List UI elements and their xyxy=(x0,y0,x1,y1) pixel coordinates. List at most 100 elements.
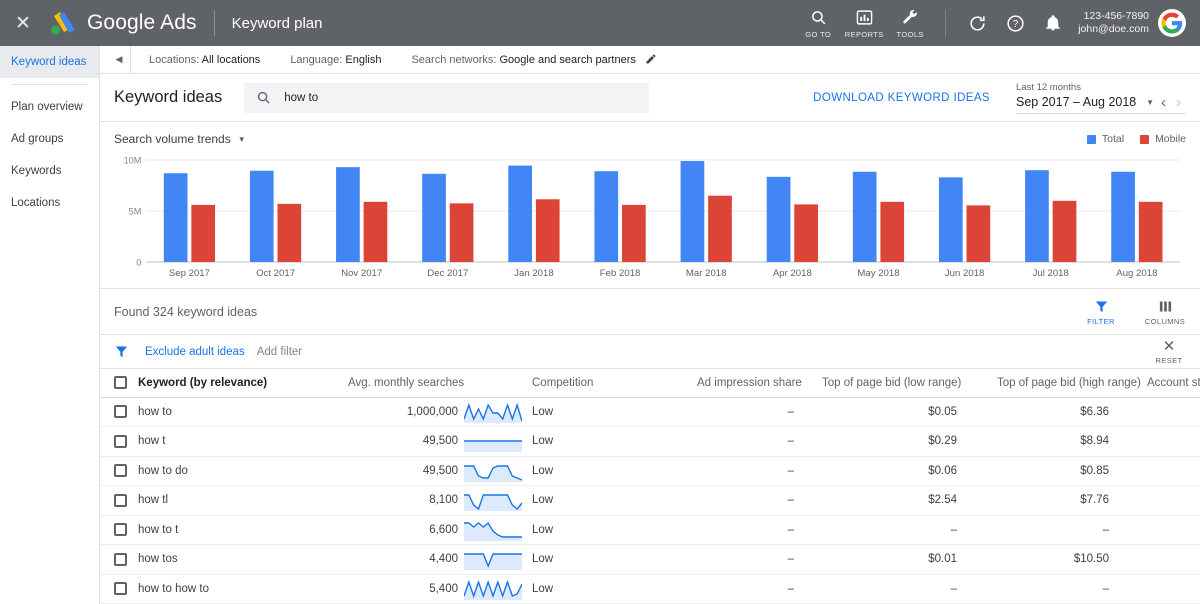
cell-bid-low: $2.54 xyxy=(816,486,991,516)
cell-keyword: how tl xyxy=(132,486,342,516)
cell-ad-impression-share: – xyxy=(691,456,816,486)
row-checkbox[interactable] xyxy=(114,523,127,536)
cell-avg-monthly-searches: 49,500 xyxy=(342,456,464,486)
notifications-button[interactable] xyxy=(1034,4,1072,42)
column-header-bid-low[interactable]: Top of page bid (low range) xyxy=(816,369,991,397)
cell-sparkline xyxy=(464,456,526,486)
help-button[interactable]: ? xyxy=(996,4,1034,42)
top-app-bar: ✕ Google Ads Keyword plan GO TO xyxy=(0,0,1200,46)
date-range-label: Last 12 months xyxy=(1016,82,1186,94)
columns-button[interactable]: COLUMNS xyxy=(1144,298,1186,326)
reports-button[interactable]: REPORTS xyxy=(841,8,887,39)
sidebar-item-keyword-ideas[interactable]: Keyword ideas xyxy=(0,46,99,78)
column-header-competition[interactable]: Competition xyxy=(526,369,691,397)
cell-competition: Low xyxy=(526,574,691,604)
keyword-ideas-table-container[interactable]: Keyword (by relevance) Avg. monthly sear… xyxy=(100,369,1200,604)
keyword-search-bar: Keyword ideas how to DOWNLOAD KEYWORD ID… xyxy=(100,74,1200,122)
column-header-searches[interactable]: Avg. monthly searches xyxy=(342,369,464,397)
go-to-button[interactable]: GO TO xyxy=(795,8,841,39)
cell-account-status xyxy=(1141,574,1200,604)
sidebar-item-keywords[interactable]: Keywords xyxy=(0,155,99,187)
cell-account-status xyxy=(1141,427,1200,457)
row-checkbox[interactable] xyxy=(114,582,127,595)
row-checkbox[interactable] xyxy=(114,435,127,448)
legend-item-mobile[interactable]: Mobile xyxy=(1140,133,1186,145)
table-row[interactable]: how to t6,600Low––– xyxy=(100,515,1200,545)
chevron-down-icon[interactable]: ▼ xyxy=(238,135,246,144)
cell-account-status xyxy=(1141,397,1200,427)
cell-avg-monthly-searches: 6,600 xyxy=(342,515,464,545)
column-header-keyword[interactable]: Keyword (by relevance) xyxy=(132,369,342,397)
cell-bid-high: $7.76 xyxy=(991,486,1141,516)
svg-text:Jun 2018: Jun 2018 xyxy=(945,268,985,279)
google-ads-logo-mark xyxy=(48,10,78,36)
row-checkbox[interactable] xyxy=(114,464,127,477)
sidebar-item-plan-overview[interactable]: Plan overview xyxy=(0,91,99,123)
svg-text:5M: 5M xyxy=(129,207,142,217)
cell-bid-high: $0.85 xyxy=(991,456,1141,486)
date-next-button[interactable]: › xyxy=(1171,94,1186,111)
active-filter-chip[interactable]: Exclude adult ideas xyxy=(145,346,245,358)
cell-account-status xyxy=(1141,486,1200,516)
sidebar-item-ad-groups[interactable]: Ad groups xyxy=(0,123,99,155)
table-row[interactable]: how t49,500Low–$0.29$8.94 xyxy=(100,427,1200,457)
setting-locations-value: All locations xyxy=(202,54,261,66)
svg-text:10M: 10M xyxy=(124,156,142,166)
collapse-left-icon[interactable]: ◀ xyxy=(108,54,130,65)
svg-text:Jul 2018: Jul 2018 xyxy=(1033,268,1069,279)
cell-keyword: how to how to xyxy=(132,574,342,604)
select-all-cell xyxy=(100,369,132,397)
sparkline-chart xyxy=(464,578,522,600)
chevron-down-icon[interactable]: ▼ xyxy=(1144,98,1156,107)
date-prev-button[interactable]: ‹ xyxy=(1156,94,1171,111)
cell-competition: Low xyxy=(526,397,691,427)
row-checkbox[interactable] xyxy=(114,494,127,507)
column-header-bid-high[interactable]: Top of page bid (high range) xyxy=(991,369,1141,397)
sparkline-chart xyxy=(464,548,522,570)
cell-keyword: how to t xyxy=(132,515,342,545)
cell-sparkline xyxy=(464,486,526,516)
setting-locations[interactable]: Locations: All locations xyxy=(149,54,260,66)
date-range-picker[interactable]: Last 12 months Sep 2017 – Aug 2018 ▼ ‹ › xyxy=(1016,82,1186,114)
row-select-cell xyxy=(100,545,132,575)
pencil-icon[interactable] xyxy=(645,53,657,65)
search-input[interactable]: how to xyxy=(244,83,649,113)
account-info[interactable]: 123-456-7890 john@doe.com xyxy=(1078,10,1149,36)
table-row[interactable]: how to do49,500Low–$0.06$0.85 xyxy=(100,456,1200,486)
reset-filters-button[interactable]: ✕ RESET xyxy=(1152,339,1186,365)
column-header-impression-share[interactable]: Ad impression share xyxy=(691,369,816,397)
cell-avg-monthly-searches: 1,000,000 xyxy=(342,397,464,427)
column-header-account-status[interactable]: Account status xyxy=(1141,369,1200,397)
select-all-checkbox[interactable] xyxy=(114,376,127,389)
sparkline-chart xyxy=(464,519,522,541)
tools-button[interactable]: TOOLS xyxy=(887,8,933,39)
table-header-row: Keyword (by relevance) Avg. monthly sear… xyxy=(100,369,1200,397)
row-checkbox[interactable] xyxy=(114,405,127,418)
google-ads-logo[interactable]: Google Ads xyxy=(48,10,197,36)
add-filter-button[interactable]: Add filter xyxy=(257,346,302,358)
chart-header: Search volume trends ▼ Total Mobile xyxy=(114,132,1186,146)
filter-button[interactable]: FILTER xyxy=(1080,298,1122,326)
setting-networks[interactable]: Search networks: Google and search partn… xyxy=(411,53,656,66)
main-content: ◀ Locations: All locations Language: Eng… xyxy=(100,46,1200,604)
search-volume-bar-chart: 05M10MSep 2017Oct 2017Nov 2017Dec 2017Ja… xyxy=(114,154,1186,282)
download-keyword-ideas-button[interactable]: DOWNLOAD KEYWORD IDEAS xyxy=(813,92,990,104)
table-row[interactable]: how to how to5,400Low––– xyxy=(100,574,1200,604)
legend-label-mobile: Mobile xyxy=(1155,133,1186,145)
table-row[interactable]: how to1,000,000Low–$0.05$6.36 xyxy=(100,397,1200,427)
avatar[interactable] xyxy=(1158,9,1186,37)
google-g-icon xyxy=(1161,12,1183,34)
cell-ad-impression-share: – xyxy=(691,545,816,575)
sidebar-item-locations[interactable]: Locations xyxy=(0,187,99,219)
bell-icon xyxy=(1044,14,1062,32)
setting-language[interactable]: Language: English xyxy=(290,54,381,66)
row-checkbox[interactable] xyxy=(114,553,127,566)
close-icon[interactable]: ✕ xyxy=(10,10,36,36)
refresh-button[interactable] xyxy=(958,4,996,42)
cell-competition: Low xyxy=(526,515,691,545)
table-row[interactable]: how tl8,100Low–$2.54$7.76 xyxy=(100,486,1200,516)
account-email: john@doe.com xyxy=(1078,23,1149,36)
brand-name: Google Ads xyxy=(87,11,197,35)
table-row[interactable]: how tos4,400Low–$0.01$10.50 xyxy=(100,545,1200,575)
legend-item-total[interactable]: Total xyxy=(1087,133,1124,145)
